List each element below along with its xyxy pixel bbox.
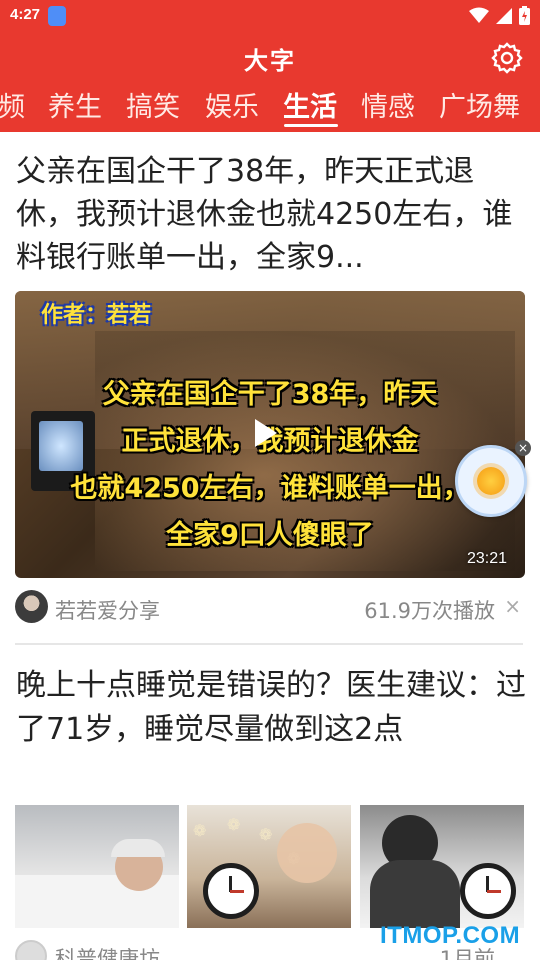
- tab-health[interactable]: 养生: [48, 85, 102, 124]
- author-name[interactable]: 若若爱分享: [55, 595, 160, 625]
- dismiss-icon[interactable]: ×: [504, 594, 521, 618]
- sun-icon: [477, 467, 505, 495]
- article-title[interactable]: 父亲在国企干了38年，昨天正式退休，我预计退休金也就4250左右，谁料银行账单一…: [16, 150, 526, 279]
- tab-emotion[interactable]: 情感: [361, 85, 415, 124]
- app-header: 大字: [0, 32, 540, 82]
- author-name[interactable]: 科普健康坊: [55, 943, 160, 960]
- play-count: 61.9万次播放: [364, 599, 495, 623]
- sleeping-man-image[interactable]: [15, 805, 179, 928]
- close-icon[interactable]: ×: [515, 440, 531, 456]
- alarm-clock-sheep-image[interactable]: ❁ ❁ ❁ ❁: [187, 805, 351, 928]
- caption-line: 全家9口人傻眼了: [166, 520, 374, 551]
- avatar[interactable]: [15, 590, 48, 623]
- tab-video[interactable]: 频: [0, 85, 25, 124]
- signal-icon: [496, 7, 512, 24]
- wifi-icon: [469, 7, 489, 23]
- play-icon[interactable]: [255, 419, 277, 447]
- avatar[interactable]: [15, 940, 47, 960]
- status-icons: [469, 6, 530, 25]
- status-bar: 4:27: [0, 0, 540, 32]
- article-meta: 若若爱分享 61.9万次播放 ×: [15, 590, 525, 624]
- tab-square-dance[interactable]: 广场舞: [439, 85, 520, 124]
- alarm-clock-icon: [460, 863, 516, 919]
- divider: [15, 643, 523, 645]
- alarm-clock-icon: [203, 863, 259, 919]
- article-images[interactable]: ❁ ❁ ❁ ❁: [15, 805, 525, 928]
- weather-widget[interactable]: [455, 445, 527, 517]
- thumbnail-author-tag: 作者：若若: [41, 303, 152, 328]
- watermark: ITMOP.COM: [380, 922, 521, 949]
- headache-man-image[interactable]: [360, 805, 524, 928]
- category-tabs: 频 养生 搞笑 娱乐 生活 情感 广场舞: [0, 82, 540, 132]
- article-title[interactable]: 晚上十点睡觉是错误的？医生建议：过了71岁，睡觉尽量做到这2点: [16, 664, 526, 752]
- notification-icon: [48, 6, 66, 26]
- active-tab-indicator: [284, 124, 338, 127]
- caption-line: 也就4250左右，谁料账单一出，: [70, 473, 470, 504]
- tab-entertainment[interactable]: 娱乐: [205, 85, 259, 124]
- app-logo: 大字: [244, 46, 296, 75]
- video-duration: 23:21: [466, 550, 507, 567]
- battery-icon: [519, 6, 530, 25]
- thumbnail-caption: 父亲在国企干了38年，昨天 正式退休，我预计退休金 也就4250左右，谁料账单一…: [15, 371, 525, 559]
- tab-life[interactable]: 生活: [283, 85, 337, 124]
- video-thumbnail[interactable]: 作者：若若 父亲在国企干了38年，昨天 正式退休，我预计退休金 也就4250左右…: [15, 291, 525, 578]
- gear-icon[interactable]: [490, 41, 524, 75]
- status-time: 4:27: [10, 6, 41, 23]
- caption-line: 父亲在国企干了38年，昨天: [102, 379, 438, 410]
- tab-funny[interactable]: 搞笑: [126, 85, 180, 124]
